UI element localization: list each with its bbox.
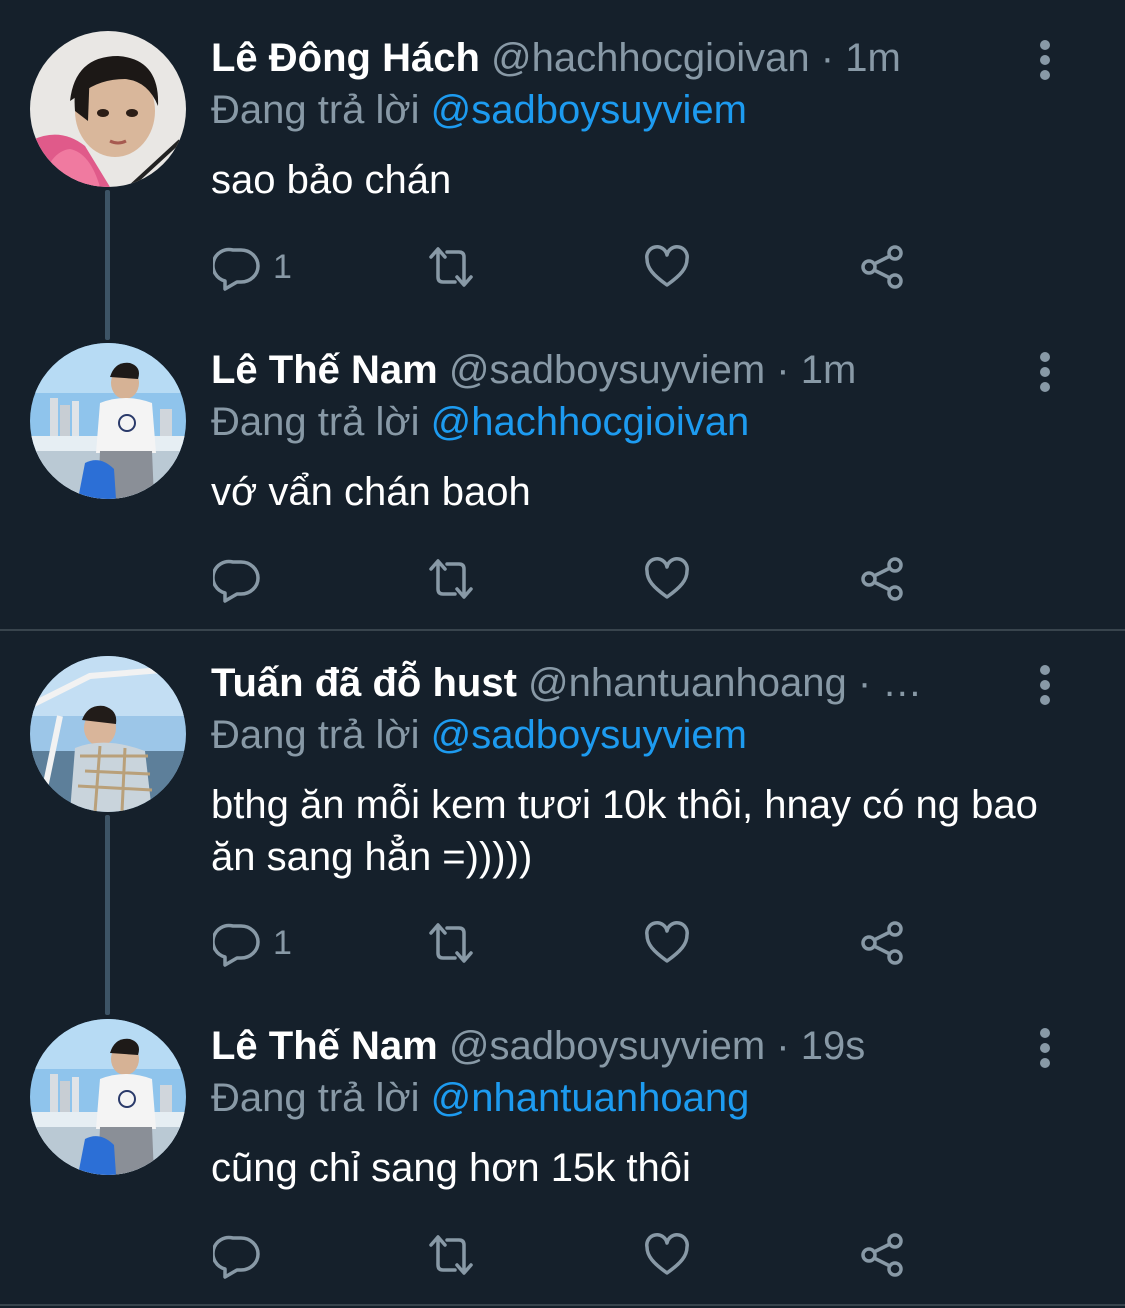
display-name[interactable]: Lê Đông Hách (211, 36, 480, 80)
heart-icon (645, 245, 689, 287)
tweet[interactable]: Tuấn đã đỗ hust @nhantuanhoang · … Đang … (0, 625, 1125, 1005)
reply-icon (213, 923, 260, 967)
timestamp[interactable]: 19s (801, 1024, 866, 1068)
avatar[interactable] (30, 31, 186, 187)
like-button[interactable] (643, 555, 691, 603)
retweet-button[interactable] (427, 555, 475, 603)
tweet-header: Tuấn đã đỗ hust @nhantuanhoang · … (211, 659, 995, 707)
replying-prefix: Đang trả lời (211, 713, 420, 757)
tweet-actions (211, 555, 911, 603)
share-button[interactable] (859, 1231, 907, 1279)
tweet-header: Lê Thế Nam @sadboysuyviem · 1m (211, 346, 995, 394)
more-vertical-icon[interactable] (1030, 665, 1060, 705)
display-name[interactable]: Tuấn đã đỗ hust (211, 661, 517, 705)
mention-link[interactable]: @sadboysuyviem (431, 88, 747, 132)
retweet-button[interactable] (427, 1231, 475, 1279)
timestamp[interactable]: … (882, 661, 922, 705)
heart-icon (645, 557, 689, 599)
share-button[interactable] (859, 243, 907, 291)
heart-icon (645, 921, 689, 963)
tweet[interactable]: Lê Thế Nam @sadboysuyviem · 1m Đang trả … (0, 312, 1125, 630)
reply-icon (213, 1235, 260, 1279)
timestamp[interactable]: 1m (845, 36, 901, 80)
reply-icon (213, 559, 260, 603)
more-vertical-icon[interactable] (1030, 40, 1060, 80)
reply-button[interactable] (213, 1231, 273, 1279)
user-handle[interactable]: @sadboysuyviem (449, 348, 765, 392)
share-button[interactable] (859, 555, 907, 603)
reply-button[interactable]: 1 (213, 243, 292, 291)
separator-dot: · (776, 1024, 790, 1068)
tweet-actions: 1 (211, 243, 911, 291)
share-icon (861, 1233, 903, 1277)
display-name[interactable]: Lê Thế Nam (211, 1024, 438, 1068)
share-icon (861, 245, 903, 289)
tweet-actions: 1 (211, 919, 911, 967)
reply-button[interactable]: 1 (213, 919, 292, 967)
user-handle[interactable]: @hachhocgioivan (491, 36, 810, 80)
replying-prefix: Đang trả lời (211, 400, 420, 444)
tweet-actions (211, 1231, 911, 1279)
reply-icon (213, 247, 260, 291)
retweet-button[interactable] (427, 919, 475, 967)
retweet-icon (429, 923, 473, 963)
replying-to: Đang trả lời @nhantuanhoang (211, 1074, 749, 1122)
like-button[interactable] (643, 1231, 691, 1279)
more-vertical-icon[interactable] (1030, 1028, 1060, 1068)
tweet[interactable]: Lê Đông Hách @hachhocgioivan · 1m Đang t… (0, 0, 1125, 330)
timestamp[interactable]: 1m (801, 348, 857, 392)
reply-button[interactable] (213, 555, 273, 603)
retweet-icon (429, 559, 473, 599)
replying-to: Đang trả lời @hachhocgioivan (211, 398, 749, 446)
heart-icon (645, 1233, 689, 1275)
retweet-icon (429, 247, 473, 287)
separator-dot: · (820, 36, 835, 80)
share-button[interactable] (859, 919, 907, 967)
avatar[interactable] (30, 1019, 186, 1175)
bottom-divider (0, 1304, 1125, 1306)
user-handle[interactable]: @nhantuanhoang (528, 661, 847, 705)
retweet-button[interactable] (427, 243, 475, 291)
retweet-icon (429, 1235, 473, 1275)
share-icon (861, 921, 903, 965)
display-name[interactable]: Lê Thế Nam (211, 348, 438, 392)
mention-link[interactable]: @hachhocgioivan (431, 400, 750, 444)
replying-to: Đang trả lời @sadboysuyviem (211, 711, 747, 759)
tweet-header: Lê Đông Hách @hachhocgioivan · 1m (211, 34, 995, 82)
like-button[interactable] (643, 919, 691, 967)
replying-to: Đang trả lời @sadboysuyviem (211, 86, 747, 134)
separator-dot: · (857, 661, 872, 705)
reply-count: 1 (273, 923, 292, 962)
tweet-text: bthg ăn mỗi kem tươi 10k thôi, hnay có n… (211, 783, 1038, 879)
reply-count: 1 (273, 247, 292, 286)
tweet[interactable]: Lê Thế Nam @sadboysuyviem · 19s Đang trả… (0, 988, 1125, 1308)
share-icon (861, 557, 903, 601)
mention-link[interactable]: @nhantuanhoang (431, 1076, 750, 1120)
separator-dot: · (776, 348, 790, 392)
tweet-text: cũng chỉ sang hơn 15k thôi (211, 1146, 691, 1190)
tweet-text: vớ vẩn chán baoh (211, 470, 531, 514)
user-handle[interactable]: @sadboysuyviem (449, 1024, 765, 1068)
replying-prefix: Đang trả lời (211, 1076, 420, 1120)
avatar[interactable] (30, 656, 186, 812)
replying-prefix: Đang trả lời (211, 88, 420, 132)
avatar[interactable] (30, 343, 186, 499)
tweet-header: Lê Thế Nam @sadboysuyviem · 19s (211, 1022, 995, 1070)
more-vertical-icon[interactable] (1030, 352, 1060, 392)
tweet-text: sao bảo chán (211, 158, 452, 202)
mention-link[interactable]: @sadboysuyviem (431, 713, 747, 757)
like-button[interactable] (643, 243, 691, 291)
